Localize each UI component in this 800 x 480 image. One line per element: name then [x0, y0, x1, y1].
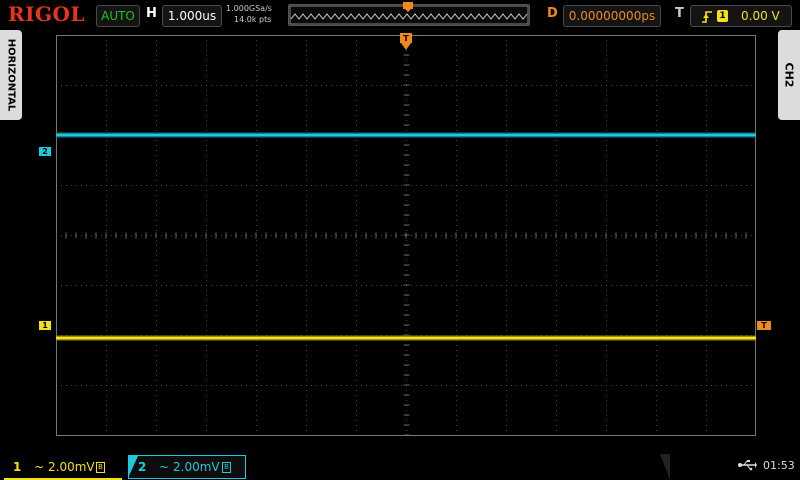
ch2-number: 2 [138, 460, 147, 474]
ch1-coupling-icon: ~ [34, 460, 45, 474]
horizontal-tab-label: HORIZONTAL [5, 38, 17, 112]
ch2-coupling-icon: ~ [159, 460, 170, 474]
timebase-readout[interactable]: 1.000us [162, 5, 222, 27]
usb-icon [737, 458, 757, 476]
trigger-label: T [675, 6, 684, 21]
ch2-tab-label: CH2 [782, 62, 796, 88]
memory-waveform-overview[interactable] [288, 2, 530, 26]
ch2-volts-per-div: 2.00mV [173, 460, 220, 474]
svg-text:T: T [403, 34, 409, 43]
trigger-readout[interactable]: 1 0.00 V [690, 5, 792, 27]
acquisition-info: 1.000GSa/s 14.0k pts [226, 3, 286, 25]
trigger-position-marker[interactable]: T [399, 33, 413, 51]
top-status-bar: RIGOL AUTO H 1.000us 1.000GSa/s 14.0k pt… [0, 0, 800, 30]
status-bar-divider [660, 454, 670, 480]
grid-lines [56, 35, 756, 436]
trigger-level: 0.00 V [741, 9, 780, 23]
ch2-menu-tab[interactable]: CH2 [778, 30, 800, 120]
ch1-volts-per-div: 2.00mV [48, 460, 95, 474]
ch2-active-indicator [128, 456, 138, 478]
ch1-scale-readout[interactable]: 1 ~ 2.00mV B [4, 456, 122, 480]
memory-trigger-position-icon [403, 2, 413, 12]
run-status-indicator[interactable]: AUTO [96, 5, 140, 27]
horizontal-menu-tab[interactable]: HORIZONTAL [0, 30, 22, 120]
sample-rate: 1.000GSa/s [226, 4, 272, 13]
ch2-waveform [56, 132, 756, 138]
system-clock: 01:53 [763, 459, 795, 472]
horizontal-delay-readout[interactable]: 0.00000000ps [563, 5, 661, 27]
trigger-source-badge: 1 [717, 10, 728, 22]
ch1-number: 1 [13, 460, 22, 474]
ch2-offset-marker[interactable]: 2 [39, 147, 51, 156]
ch2-scale-readout[interactable]: 2 ~ 2.00mV B [128, 455, 246, 479]
rising-edge-icon [701, 6, 713, 26]
ch1-waveform [56, 335, 756, 341]
delay-label: D [547, 6, 558, 21]
waveform-display-grid[interactable] [56, 35, 756, 436]
horizontal-label: H [146, 6, 157, 21]
memory-depth: 14.0k pts [234, 15, 272, 24]
ch2-bandwidth-limit-icon: B [222, 462, 231, 473]
ch1-offset-marker[interactable]: 1 [39, 321, 51, 330]
brand-logo: RIGOL [8, 2, 86, 26]
ch1-bandwidth-limit-icon: B [96, 462, 105, 473]
trigger-level-marker[interactable]: T [757, 321, 771, 330]
